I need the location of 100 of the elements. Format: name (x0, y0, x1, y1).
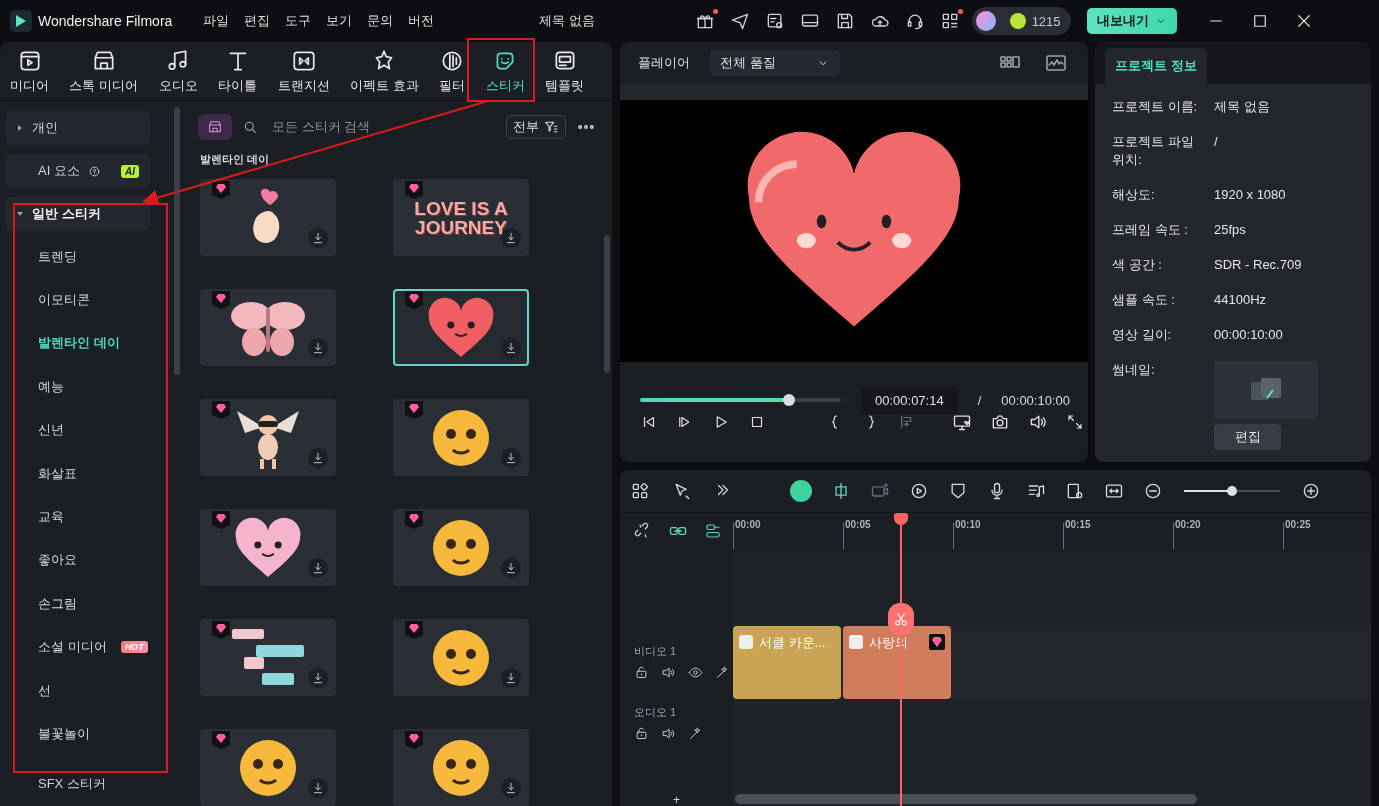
category-group[interactable]: AI 요소 AI (6, 154, 150, 188)
category-item[interactable]: 예능 (6, 365, 172, 409)
track-name: 비디오 1 (634, 644, 678, 659)
download-button[interactable] (308, 228, 328, 248)
category-item[interactable]: 트렌딩 (6, 235, 172, 279)
category-group[interactable]: 개인 (6, 111, 150, 145)
download-button[interactable] (308, 448, 328, 468)
add-track-button[interactable]: + (620, 792, 733, 806)
export-button[interactable]: 내보내기 (1086, 8, 1177, 34)
category-item[interactable]: SFX 스티커 (38, 771, 106, 796)
download-button[interactable] (501, 558, 521, 578)
sticker-thumbnail[interactable] (200, 619, 336, 696)
layout-modules-icon[interactable] (630, 481, 650, 501)
media-tab[interactable]: 트랜지션 (275, 45, 332, 97)
info-label: 프레임 속도 : (1112, 221, 1189, 239)
media-tab[interactable]: 미디어 (8, 45, 51, 97)
wand-icon[interactable] (688, 726, 703, 741)
category-item[interactable]: 신년 (6, 408, 172, 452)
download-button[interactable] (501, 338, 521, 358)
media-tab[interactable]: 템플릿 (543, 45, 586, 97)
sticker-thumbnail[interactable] (200, 509, 336, 586)
media-tab[interactable]: 타이틀 (216, 45, 260, 97)
horizontal-scrollbar[interactable] (735, 794, 1197, 804)
search-field[interactable]: 모든 스티커 검색 (270, 118, 474, 135)
zoom-thumb[interactable] (1227, 486, 1237, 496)
edit-button[interactable]: 편집 (1214, 424, 1281, 450)
clip-type-icon (739, 635, 753, 649)
info-value: 25fps (1214, 221, 1247, 239)
timeline-ruler[interactable]: 00:00 00:05 00:10 00:15 00:20 00:25 (733, 513, 1371, 552)
sticker-thumbnail[interactable] (200, 729, 336, 806)
download-button[interactable] (308, 558, 328, 578)
volume-icon[interactable] (661, 665, 676, 680)
filter-button[interactable]: 전부 (506, 114, 566, 139)
category-item[interactable]: 불꽃놀이 (6, 712, 172, 756)
category-item[interactable]: 발렌타인 데이 (6, 321, 172, 366)
eye-icon[interactable] (688, 665, 703, 680)
media-tab[interactable]: 스톡 미디어 (67, 45, 141, 97)
volume-icon[interactable] (661, 726, 676, 741)
menu-item[interactable]: 도구 (285, 12, 311, 30)
download-button[interactable] (501, 448, 521, 468)
category-item[interactable]: 이모티콘 (6, 278, 172, 322)
project-info-tab[interactable]: 프로젝트 정보 (1105, 48, 1207, 84)
playback-thumb[interactable] (782, 394, 795, 406)
category-item[interactable]: 소셜 미디어 HOT (6, 625, 172, 669)
menu-item[interactable]: 보기 (326, 12, 352, 30)
premium-gem-icon (405, 401, 423, 419)
premium-gem-icon (212, 731, 230, 749)
download-button[interactable] (308, 338, 328, 358)
lock-icon[interactable] (634, 665, 649, 680)
sticker-thumbnail[interactable] (393, 729, 529, 806)
category-item[interactable]: 선 (6, 668, 172, 713)
sticker-thumbnail[interactable] (393, 289, 529, 366)
category-item[interactable]: 화살표 (6, 451, 172, 496)
track-manager-icon[interactable] (704, 522, 722, 540)
download-icon (504, 451, 518, 465)
total-time: 00:00:10:00 (1001, 392, 1070, 408)
zoom-in-icon[interactable] (1301, 481, 1321, 501)
download-button[interactable] (308, 778, 328, 798)
play-circle-icon[interactable] (909, 481, 929, 501)
playhead[interactable] (900, 525, 903, 603)
download-button[interactable] (501, 778, 521, 798)
category-item[interactable]: 손그림 (6, 582, 172, 626)
wand-icon[interactable] (715, 665, 730, 680)
zoom-out-icon[interactable] (1143, 481, 1163, 501)
clip-preview-icon[interactable] (1065, 481, 1085, 501)
lock-icon[interactable] (634, 726, 649, 741)
help-icon[interactable] (87, 164, 101, 178)
sticker-thumbnail[interactable] (393, 619, 529, 696)
quality-dropdown[interactable]: 전체 품질 (710, 50, 840, 76)
sticker-thumbnail[interactable] (200, 289, 336, 366)
download-icon (504, 671, 518, 685)
premium-gem-icon (405, 291, 423, 309)
premium-gem-icon (212, 181, 230, 199)
download-button[interactable] (501, 668, 521, 688)
fullscreen-icon[interactable] (1066, 413, 1084, 431)
sticker-thumbnail[interactable] (200, 179, 336, 256)
menu-item[interactable]: 편집 (244, 12, 270, 30)
media-tab[interactable]: 이펙트 효과 (347, 45, 421, 97)
media-tab[interactable]: 스티커 (483, 45, 527, 97)
sticker-store-button[interactable] (198, 113, 232, 140)
menu-item[interactable]: 버전 (408, 12, 434, 30)
sticker-thumbnail[interactable]: LOVE IS A JOURNEY (393, 179, 529, 256)
sticker-thumbnail[interactable] (200, 399, 336, 476)
scissors-icon (893, 611, 910, 627)
category-item[interactable]: 교육 (6, 495, 172, 539)
sticker-thumbnail[interactable] (393, 509, 529, 586)
media-tab[interactable]: 필터 (437, 45, 468, 97)
sticker-thumbnail[interactable] (393, 399, 529, 476)
menu-item[interactable]: 문의 (367, 12, 393, 30)
account-pill[interactable]: 1215 (971, 7, 1071, 35)
playhead-handle[interactable] (894, 513, 909, 525)
track-name: 오디오 1 (634, 705, 678, 720)
media-tab[interactable]: 오디오 (156, 45, 200, 97)
download-icon (311, 341, 325, 355)
download-button[interactable] (308, 668, 328, 688)
menu-item[interactable]: 파일 (203, 12, 229, 30)
category-group[interactable]: 일반 스티커 (6, 197, 150, 231)
send-icon[interactable] (729, 11, 750, 31)
category-item[interactable]: 좋아요 (6, 538, 172, 583)
info-value: 제목 없음 (1214, 98, 1271, 116)
